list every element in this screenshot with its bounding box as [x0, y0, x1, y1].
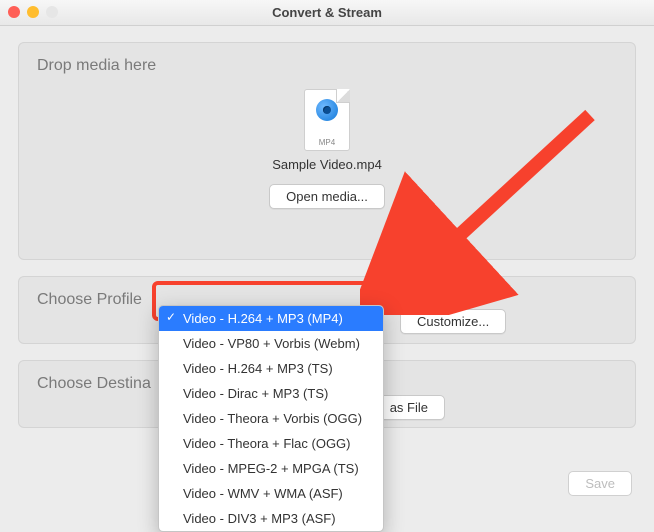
profile-dropdown[interactable]: Video - H.264 + MP3 (MP4)Video - VP80 + … — [158, 305, 384, 532]
window-title: Convert & Stream — [0, 0, 654, 26]
dropzone[interactable]: MP4 Sample Video.mp4 Open media... — [37, 83, 617, 209]
drop-title: Drop media here — [37, 57, 617, 75]
profile-option[interactable]: Video - WMV + WMA (ASF) — [159, 481, 383, 506]
file-ext-label: MP4 — [305, 138, 349, 147]
profile-option[interactable]: Video - Dirac + MP3 (TS) — [159, 381, 383, 406]
quicktime-icon — [316, 99, 338, 121]
profile-option[interactable]: Video - MPEG-2 + MPGA (TS) — [159, 456, 383, 481]
titlebar: Convert & Stream — [0, 0, 654, 26]
panel-drop-media[interactable]: Drop media here MP4 Sample Video.mp4 Ope… — [18, 42, 636, 260]
file-icon: MP4 — [304, 89, 350, 151]
open-media-button[interactable]: Open media... — [269, 184, 385, 209]
profile-option[interactable]: Video - H.264 + MP3 (MP4) — [159, 306, 383, 331]
file-name: Sample Video.mp4 — [37, 157, 617, 172]
profile-option[interactable]: Video - H.264 + MP3 (TS) — [159, 356, 383, 381]
profile-option[interactable]: Video - Theora + Vorbis (OGG) — [159, 406, 383, 431]
profile-option[interactable]: Video - VP80 + Vorbis (Webm) — [159, 331, 383, 356]
save-button[interactable]: Save — [568, 471, 632, 496]
customize-button[interactable]: Customize... — [400, 309, 506, 334]
profile-option[interactable]: Video - Theora + Flac (OGG) — [159, 431, 383, 456]
